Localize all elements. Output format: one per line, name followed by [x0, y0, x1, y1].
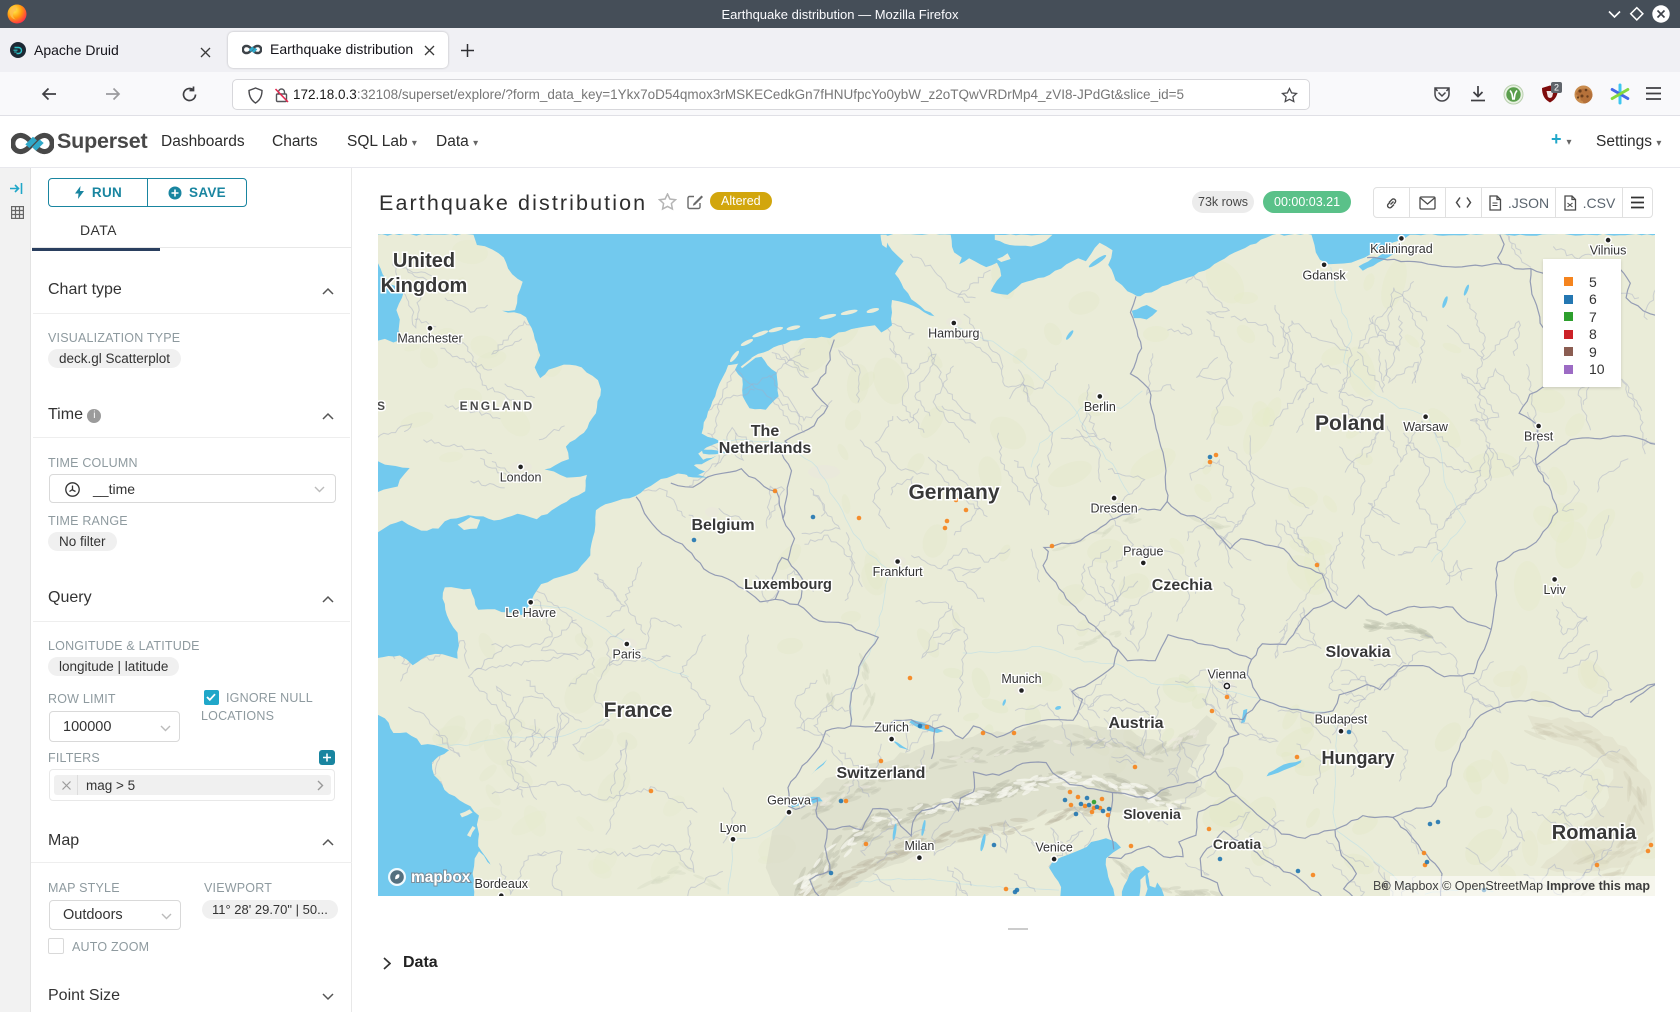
svg-text:Slovakia: Slovakia: [1326, 644, 1391, 661]
svg-text:Kaliningrad: Kaliningrad: [1370, 242, 1433, 256]
svg-text:Czechia: Czechia: [1152, 577, 1213, 594]
svg-text:Dresden: Dresden: [1090, 502, 1137, 516]
svg-text:Luxembourg: Luxembourg: [744, 577, 832, 593]
svg-text:Netherlands: Netherlands: [719, 440, 812, 457]
svg-text:Slovenia: Slovenia: [1123, 806, 1181, 822]
svg-text:Hungary: Hungary: [1321, 748, 1394, 768]
svg-text:Hamburg: Hamburg: [928, 327, 979, 341]
svg-text:mapbox: mapbox: [411, 869, 471, 886]
svg-text:Zurich: Zurich: [874, 721, 909, 735]
svg-text:Vilnius: Vilnius: [1590, 244, 1627, 258]
svg-text:© Mapbox © OpenStreetMap Impro: © Mapbox © OpenStreetMap Improve this ma…: [1381, 879, 1650, 893]
svg-text:Le Havre: Le Havre: [505, 606, 556, 620]
svg-text:Milan: Milan: [904, 839, 934, 853]
svg-text:2: 2: [1554, 83, 1559, 93]
svg-text:Romania: Romania: [1552, 822, 1637, 844]
svg-text:France: France: [604, 699, 673, 722]
svg-text:Geneva: Geneva: [767, 794, 811, 808]
svg-text:Kingdom: Kingdom: [381, 275, 468, 297]
svg-text:Germany: Germany: [908, 481, 999, 504]
svg-text:ES: ES: [378, 399, 387, 413]
svg-text:London: London: [500, 470, 542, 484]
svg-text:Lyon: Lyon: [720, 821, 747, 835]
svg-text:Poland: Poland: [1315, 412, 1385, 435]
svg-text:The: The: [751, 423, 780, 440]
svg-text:Frankfurt: Frankfurt: [873, 565, 924, 579]
svg-text:Warsaw: Warsaw: [1403, 420, 1449, 434]
svg-text:ENGLAND: ENGLAND: [460, 399, 535, 413]
svg-text:Prague: Prague: [1123, 544, 1163, 558]
svg-text:Bordeaux: Bordeaux: [475, 877, 529, 891]
svg-text:Berlin: Berlin: [1084, 400, 1116, 414]
svg-text:Austria: Austria: [1108, 715, 1163, 732]
svg-text:Brest: Brest: [1524, 430, 1554, 444]
svg-text:Vienna: Vienna: [1208, 668, 1247, 682]
svg-text:Paris: Paris: [613, 648, 641, 662]
svg-text:Belgium: Belgium: [691, 517, 754, 534]
svg-text:Budapest: Budapest: [1315, 713, 1368, 727]
svg-text:Venice: Venice: [1035, 841, 1073, 855]
svg-text:Gdansk: Gdansk: [1303, 268, 1347, 282]
svg-text:Manchester: Manchester: [397, 332, 462, 346]
svg-text:Lviv: Lviv: [1543, 583, 1566, 597]
svg-text:Switzerland: Switzerland: [837, 765, 926, 782]
svg-text:Croatia: Croatia: [1213, 836, 1261, 852]
svg-text:Munich: Munich: [1001, 672, 1041, 686]
svg-text:United: United: [393, 250, 455, 272]
